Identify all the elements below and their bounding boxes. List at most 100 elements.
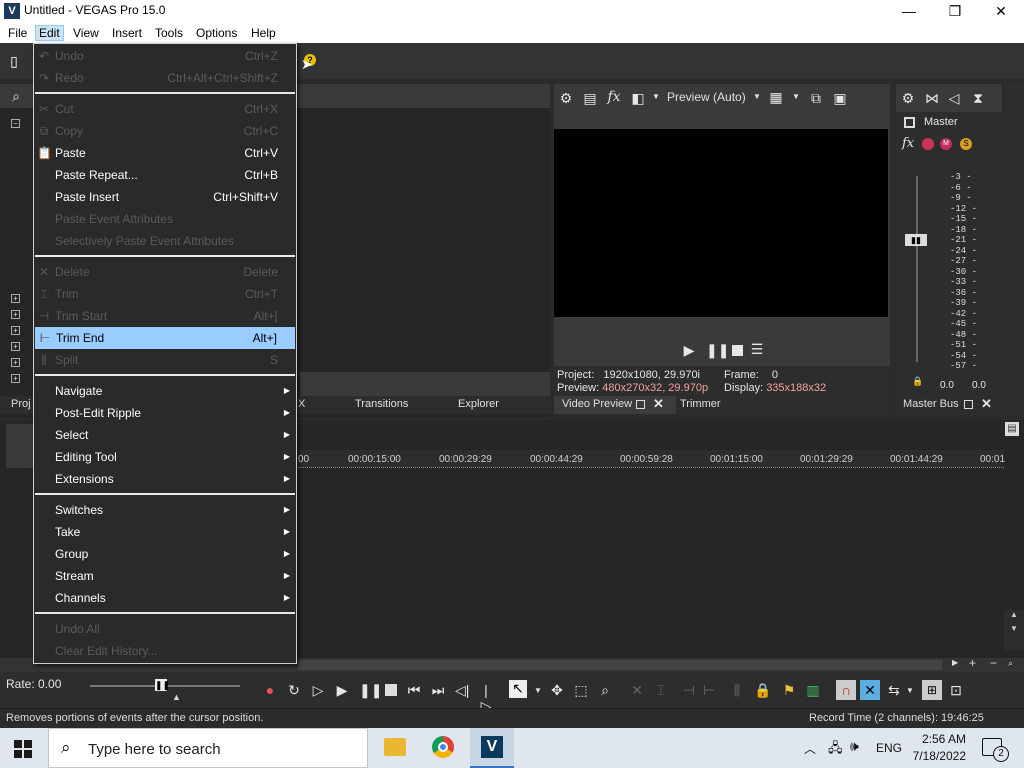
loop-icon[interactable]: ↻	[287, 682, 301, 699]
tree-collapse-icon[interactable]: −	[11, 119, 20, 128]
previous-frame-icon[interactable]: ◁|	[455, 682, 469, 699]
record-icon[interactable]: ●	[263, 682, 277, 698]
zoom-out-icon[interactable]: −	[990, 656, 997, 670]
tree-expand-icon[interactable]: +	[11, 326, 20, 335]
play-icon[interactable]: ▶	[335, 682, 349, 699]
maximize-button[interactable]: ❐	[932, 0, 978, 22]
menu-item-paste-repeat[interactable]: Paste Repeat... Ctrl+B	[34, 164, 296, 186]
pause-icon[interactable]: ❚❚	[359, 682, 382, 699]
zoom-tool-icon[interactable]: ⌕	[598, 682, 612, 699]
clock-date[interactable]: 7/18/2022	[908, 749, 966, 763]
trim-end-icon[interactable]: ⊢	[702, 682, 716, 699]
menu-item-paste-event-attributes[interactable]: Paste Event Attributes	[34, 208, 296, 230]
pre-post-icon[interactable]	[922, 138, 934, 150]
menu-item-group[interactable]: Group ▶	[34, 543, 296, 565]
ignore-grouping-icon[interactable]: ⊡	[946, 682, 966, 699]
undock-icon[interactable]	[636, 400, 645, 409]
menu-item-trim-start[interactable]: ⊣ Trim Start Alt+[	[34, 305, 296, 327]
tab-master-bus[interactable]: Master Bus	[903, 398, 959, 410]
snapping-icon[interactable]: ∩	[836, 680, 856, 700]
auto-crossfade-icon[interactable]: ✕	[860, 680, 880, 700]
scroll-right-icon[interactable]: ▶	[952, 658, 958, 667]
tree-expand-icon[interactable]: +	[11, 342, 20, 351]
taskbar-search-box[interactable]: ⌕ Type here to search	[48, 728, 368, 768]
delete-icon[interactable]: ✕	[630, 682, 644, 699]
settings-icon[interactable]: ⚙	[558, 90, 574, 107]
menu-item-clear-edit-history[interactable]: Clear Edit History...	[34, 640, 296, 662]
menu-item-stream[interactable]: Stream ▶	[34, 565, 296, 587]
tab-project-media[interactable]: Proj	[11, 398, 31, 410]
undock-icon[interactable]	[964, 400, 973, 409]
menu-view[interactable]: View	[70, 25, 102, 41]
menu-edit[interactable]: Edit	[35, 25, 64, 41]
menu-item-selectively-paste-event-attributes[interactable]: Selectively Paste Event Attributes	[34, 230, 296, 252]
clock-time[interactable]: 2:56 AM	[914, 732, 966, 746]
scroll-up-icon[interactable]: ▲	[1010, 610, 1018, 619]
menu-item-take[interactable]: Take ▶	[34, 521, 296, 543]
normal-edit-tool-icon[interactable]: ↖	[509, 680, 527, 698]
menu-item-post-edit-ripple[interactable]: Post-Edit Ripple ▶	[34, 402, 296, 424]
menu-item-paste[interactable]: 📋 Paste Ctrl+V	[34, 142, 296, 164]
menu-item-split[interactable]: ⫼ Split S	[34, 349, 296, 371]
menu-icon[interactable]: ☰	[750, 341, 764, 358]
network-icon[interactable]: 🖧	[828, 739, 843, 761]
external-monitor-icon[interactable]: ▤	[582, 90, 598, 107]
stop-icon[interactable]	[732, 345, 743, 356]
auto-ripple-icon[interactable]: ⇆	[884, 682, 904, 699]
menu-item-trim[interactable]: ⌶ Trim Ctrl+T	[34, 283, 296, 305]
menu-item-extensions[interactable]: Extensions ▶	[34, 468, 296, 490]
grid-overlay-icon[interactable]: ▦	[768, 89, 784, 106]
tab-close-x[interactable]: X	[298, 398, 305, 410]
chevron-down-icon[interactable]: ▼	[906, 686, 914, 695]
save-snapshot-icon[interactable]: ▣	[832, 90, 848, 107]
menu-item-select[interactable]: Select ▶	[34, 424, 296, 446]
lock-icon[interactable]: 🔒	[754, 682, 771, 699]
windows-start-icon[interactable]	[14, 740, 32, 758]
selection-tool-icon[interactable]: ⬚	[574, 682, 588, 699]
play-from-start-icon[interactable]: ▷	[311, 682, 325, 699]
fader-handle[interactable]: ▮▮	[905, 234, 927, 246]
menu-help[interactable]: Help	[248, 25, 279, 41]
split-screen-icon[interactable]: ◧	[630, 90, 646, 107]
tab-explorer[interactable]: Explorer	[458, 398, 499, 410]
tree-expand-icon[interactable]: +	[11, 294, 20, 303]
scroll-down-icon[interactable]: ▼	[1010, 624, 1018, 633]
vertical-scrollbar[interactable]: ▲ ▼	[1004, 610, 1024, 650]
menu-item-navigate[interactable]: Navigate ▶	[34, 380, 296, 402]
chevron-down-icon[interactable]: ▼	[753, 92, 761, 101]
file-explorer-icon[interactable]	[384, 738, 406, 756]
menu-item-switches[interactable]: Switches ▶	[34, 499, 296, 521]
language-indicator[interactable]: ENG	[876, 741, 902, 755]
menu-item-redo[interactable]: ↷ Redo Ctrl+Alt+Ctrl+Shift+Z	[34, 67, 296, 89]
tree-expand-icon[interactable]: +	[11, 358, 20, 367]
close-button[interactable]: ✕	[978, 0, 1024, 22]
tab-transitions[interactable]: Transitions	[355, 398, 408, 410]
close-tab-icon[interactable]: ✕	[981, 396, 992, 412]
go-to-start-icon[interactable]: ⏮	[407, 682, 421, 699]
menu-item-channels[interactable]: Channels ▶	[34, 587, 296, 609]
settings-icon[interactable]: ⚙	[900, 90, 916, 107]
solo-icon[interactable]: S	[960, 138, 972, 150]
menu-item-undo[interactable]: ↶ Undo Ctrl+Z	[34, 45, 296, 67]
scrollbar-thumb[interactable]	[298, 660, 942, 670]
menu-insert[interactable]: Insert	[109, 25, 145, 41]
lock-envelopes-icon[interactable]: ⊞	[922, 680, 942, 700]
tab-trimmer[interactable]: Trimmer	[680, 398, 721, 410]
tab-video-preview[interactable]: Video Preview	[562, 398, 632, 410]
menu-item-undo-all[interactable]: Undo All	[34, 618, 296, 640]
chevron-up-icon[interactable]: ︿	[804, 740, 816, 757]
marker-insert-icon[interactable]: ⚑	[782, 682, 796, 699]
split-icon[interactable]: ⫼	[730, 682, 744, 699]
tree-expand-icon[interactable]: +	[11, 310, 20, 319]
play-icon[interactable]: ▶	[682, 342, 696, 359]
menu-item-editing-tool[interactable]: Editing Tool ▶	[34, 446, 296, 468]
menu-file[interactable]: File	[5, 25, 30, 41]
new-file-icon[interactable]: ▯	[6, 53, 22, 69]
region-insert-icon[interactable]: ▥	[806, 682, 820, 699]
copy-snapshot-icon[interactable]: ⧉	[808, 90, 824, 107]
trim-start-icon[interactable]: ⊣	[682, 682, 696, 699]
tree-expand-icon[interactable]: +	[11, 374, 20, 383]
fx-icon[interactable]: fx	[902, 136, 914, 151]
chevron-down-icon[interactable]: ▼	[792, 92, 800, 101]
timeline-ruler[interactable]: 00 00:00:15:00 00:00:29:29 00:00:44:29 0…	[298, 450, 1005, 468]
